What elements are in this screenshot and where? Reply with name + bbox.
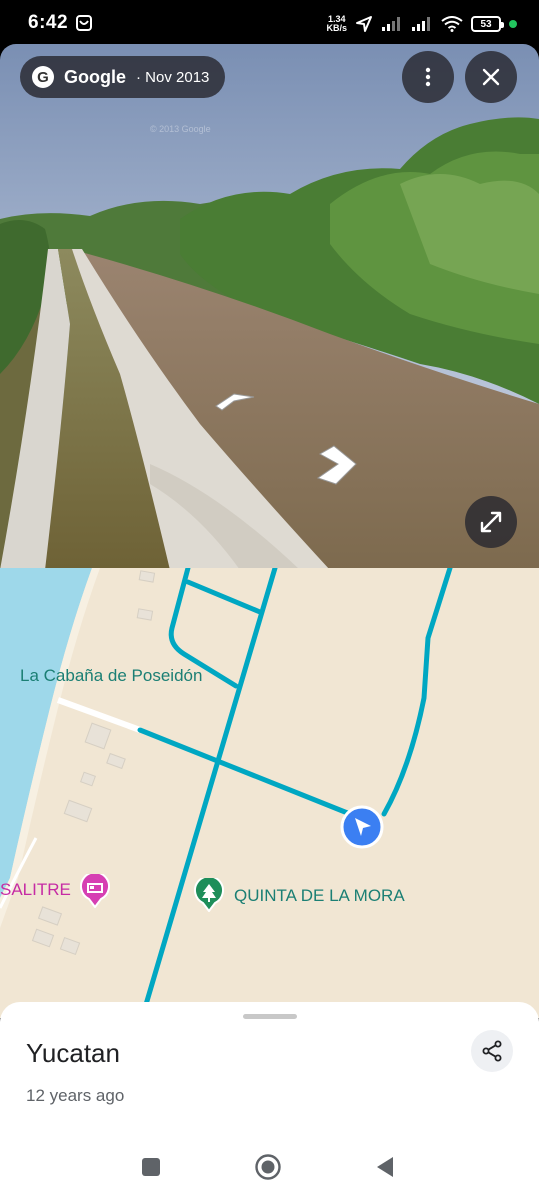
wifi-icon: [441, 16, 463, 32]
recents-button[interactable]: [136, 1152, 166, 1182]
battery-indicator: 53: [471, 16, 504, 32]
place-title: Yucatan: [26, 1038, 120, 1068]
share-button[interactable]: [471, 1030, 513, 1072]
more-vert-icon: [425, 67, 431, 87]
network-speed-unit: KB/s: [326, 23, 347, 33]
imagery-date: · Nov 2013: [136, 68, 210, 86]
status-bar: 6:42 1.34 KB/s 53: [0, 0, 539, 48]
screen: 6:42 1.34 KB/s 53 © 2013 Google G Google…: [0, 0, 539, 1200]
map-canvas[interactable]: [0, 568, 539, 1018]
home-button[interactable]: [253, 1152, 283, 1182]
app-notification-icon: [76, 15, 92, 31]
hotel-icon[interactable]: [80, 874, 110, 908]
signal-1-icon: [382, 17, 400, 31]
sheet-drag-handle[interactable]: [243, 1014, 297, 1019]
fullscreen-icon: [480, 511, 502, 533]
street-view-image[interactable]: [0, 44, 539, 570]
more-options-button[interactable]: [402, 51, 454, 103]
imagery-attribution-chip[interactable]: G Google · Nov 2013: [20, 56, 226, 98]
google-logo-icon: G: [32, 66, 54, 88]
status-time: 6:42: [28, 12, 69, 33]
privacy-indicator-dot: [509, 20, 517, 28]
place-label-quinta[interactable]: QUINTA DE LA MORA: [234, 886, 405, 906]
street-view-panorama[interactable]: © 2013 Google G Google · Nov 2013: [0, 44, 539, 570]
imagery-age: 12 years ago: [26, 1086, 125, 1105]
system-nav-bar: [0, 1132, 539, 1200]
status-icons: 1.34 KB/s 53: [326, 12, 517, 36]
home-icon: [255, 1154, 281, 1180]
imagery-brand: Google: [64, 66, 126, 87]
place-label-salitre[interactable]: SALITRE: [0, 880, 71, 900]
share-icon: [482, 1040, 502, 1062]
battery-level: 53: [480, 18, 492, 30]
map-view[interactable]: La Cabaña de Poseidón SALITRE QUINTA DE …: [0, 568, 539, 1018]
place-bottom-sheet[interactable]: Yucatan 12 years ago: [0, 1002, 539, 1132]
network-speed: 1.34 KB/s: [326, 15, 347, 33]
signal-2-icon: [412, 17, 430, 31]
place-label-cabana[interactable]: La Cabaña de Poseidón: [20, 666, 202, 686]
location-arrow-icon[interactable]: [340, 805, 384, 849]
close-button[interactable]: [465, 51, 517, 103]
park-icon[interactable]: [194, 878, 224, 912]
close-icon: [482, 68, 500, 86]
fullscreen-button[interactable]: [465, 496, 517, 548]
recents-icon: [142, 1158, 160, 1176]
back-button[interactable]: [370, 1152, 400, 1182]
back-icon: [377, 1157, 393, 1177]
location-arrow-status-icon: [356, 16, 372, 32]
imagery-watermark: © 2013 Google: [150, 124, 211, 134]
